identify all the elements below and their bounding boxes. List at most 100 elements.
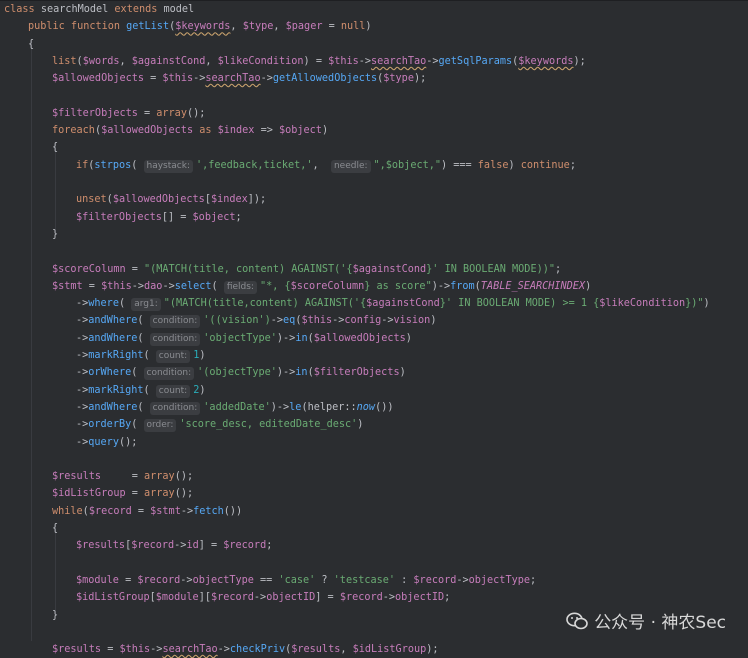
code-line: $module = $record->objectType == 'case' … [76, 572, 536, 589]
code-token: $this [119, 644, 151, 656]
code-token: dao [144, 280, 163, 292]
code-token: }' IN BOOLEAN MODE))" [426, 263, 555, 275]
code-token: ) [399, 367, 406, 379]
code-token: array [156, 107, 187, 119]
code-token: ; [569, 159, 576, 171]
code-token: strpos [94, 159, 132, 171]
code-token: -> [162, 280, 175, 292]
code-token: class [4, 4, 41, 15]
code-token: )-> [270, 401, 290, 413]
code-token: )-> [276, 367, 296, 379]
code-token: -> [76, 350, 89, 361]
code-line: { [52, 520, 58, 537]
code-token: } [52, 609, 59, 621]
code-token: ) [585, 280, 592, 292]
code-token: in [295, 367, 308, 379]
code-token: false [477, 159, 509, 171]
code-token: , [340, 644, 353, 656]
parameter-hint: count: [155, 384, 191, 398]
code-token: $record [339, 592, 383, 604]
code-token: $type [242, 21, 274, 33]
code-token: ; [529, 574, 537, 586]
code-token: ) [405, 332, 412, 344]
code-token: "(MATCH(title, content) AGAINST('{ [144, 263, 353, 275]
code-token: markRight [88, 384, 144, 396]
code-token: searchModel [40, 4, 115, 15]
code-token: (); [174, 488, 194, 500]
code-token: "(MATCH(title,content) AGAINST('{ [163, 298, 367, 310]
code-line: $filterObjects = array(); [52, 105, 205, 122]
code-token: $likeCondition [217, 55, 304, 67]
code-token: config [344, 315, 382, 327]
code-token: , [273, 21, 286, 33]
code-token: ) [321, 125, 329, 137]
code-token: { [28, 38, 35, 50]
code-token: $scoreColumn [290, 280, 365, 292]
code-line: ->markRight( count: 1) [76, 347, 205, 364]
code-token: now [356, 401, 376, 413]
code-token: ]); [247, 194, 267, 206]
code-token: $idListGroup [352, 644, 427, 656]
code-token: if [76, 159, 89, 171]
code-token: searchTao [205, 73, 261, 85]
code-token: ) [199, 350, 206, 361]
code-token: $results [76, 540, 126, 552]
code-line: unset($allowedObjects[$index]); [76, 191, 266, 208]
code-token: getAllowedObjects [272, 73, 378, 85]
code-token: array [144, 471, 175, 483]
code-line: ->orderBy( order:'score_desc, editedDate… [76, 416, 363, 433]
code-token: $allowedObjects [313, 332, 406, 344]
code-token: ( [143, 350, 156, 361]
code-token: -> [76, 401, 89, 413]
code-line: while($record = $stmt->fetch()) [52, 503, 242, 520]
code-token: objectType [192, 574, 254, 586]
code-token: ( [137, 332, 150, 344]
code-token: ) [365, 21, 372, 33]
code-token: ) [508, 159, 521, 171]
code-token: = [137, 107, 157, 119]
code-token: fetch [193, 505, 224, 517]
code-token: $stmt [52, 280, 83, 292]
code-token: ; [554, 263, 562, 275]
code-line: $results = array(); [52, 468, 193, 485]
code-token: 'score_desc, editedDate_desc' [179, 419, 358, 431]
parameter-hint: condition: [149, 332, 201, 346]
code-token: $idListGroup [76, 592, 150, 604]
code-token: continue [520, 159, 570, 171]
code-token: ; [235, 211, 242, 223]
code-editor[interactable]: class searchModel extends model public fu… [0, 0, 748, 656]
code-line: $stmt = $this->dao->select( fields: "*, {… [52, 278, 591, 295]
code-token: le [289, 401, 302, 413]
code-token: ) [703, 298, 710, 310]
parameter-hint: count: [155, 350, 191, 363]
code-token: -> [174, 540, 187, 552]
code-token: $module [155, 592, 199, 604]
code-token: -> [426, 55, 439, 67]
code-token: $scoreColumn [52, 263, 126, 275]
code-token: TABLE_SEARCHINDEX [480, 280, 586, 292]
code-token: array [144, 488, 175, 500]
code-token: getList [126, 21, 170, 33]
code-token: (); [118, 436, 138, 448]
code-line: $allowedObjects = $this->searchTao->getA… [52, 70, 426, 87]
code-token: list [52, 55, 77, 67]
parameter-hint: condition: [149, 315, 201, 329]
code-token: orWhere [88, 367, 132, 379]
code-token: model [163, 4, 195, 15]
code-line: $filterObjects[] = $object; [76, 209, 242, 226]
code-token: $words [82, 55, 120, 67]
code-token: $this [162, 73, 194, 85]
code-token: $againstCond [131, 55, 206, 67]
code-token: -> [260, 73, 273, 85]
code-token: $record [223, 540, 267, 552]
code-token: (); [186, 107, 206, 119]
code-token: $allowedObjects [101, 125, 194, 137]
code-token: }' IN BOOLEAN MODE) >= 1 { [439, 298, 600, 310]
code-token: andWhere [88, 315, 138, 327]
code-token: ][ [198, 592, 211, 604]
code-line: ->andWhere( condition:'objectType')->in(… [76, 330, 412, 347]
code-token: ; [266, 540, 273, 552]
code-token: $record [88, 505, 132, 517]
code-line: { [52, 139, 58, 156]
code-token: -> [217, 644, 230, 656]
